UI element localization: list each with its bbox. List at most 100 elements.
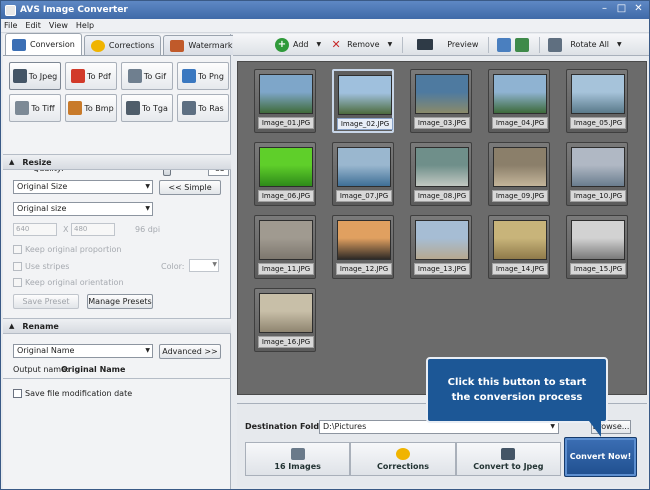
save-preset-button[interactable]: Save Preset: [13, 294, 79, 309]
image-grid: Image_01.JPG Image_02.JPG Image_03.JPG Imag…: [237, 61, 647, 395]
image-preview: [571, 220, 625, 260]
keep-proportion-label: Keep original proportion: [25, 245, 122, 254]
resize-section-header[interactable]: ▲ Resize: [3, 154, 231, 170]
image-caption: Image_11.JPG: [258, 263, 314, 275]
rotate-all-button[interactable]: Rotate All ▼: [548, 37, 622, 52]
menu-help[interactable]: Help: [76, 21, 94, 30]
simple-button[interactable]: << Simple: [159, 180, 221, 195]
chevron-down-icon: ▼: [145, 183, 150, 190]
star-icon: [395, 447, 410, 460]
image-thumbnail[interactable]: Image_03.JPG: [410, 69, 472, 133]
rename-mode-dropdown[interactable]: Original Name ▼: [13, 344, 153, 358]
tab-conversion[interactable]: Conversion: [5, 33, 82, 55]
title-bar: AVS Image Converter – □ ✕: [1, 1, 649, 19]
image-caption: Image_13.JPG: [414, 263, 470, 275]
x-label: X: [63, 225, 69, 234]
app-window: AVS Image Converter – □ ✕ File Edit View…: [0, 0, 650, 490]
image-preview: [493, 220, 547, 260]
image-thumbnail[interactable]: Image_02.JPG: [332, 69, 394, 133]
image-caption: Image_10.JPG: [570, 190, 626, 202]
image-thumbnail[interactable]: Image_07.JPG: [332, 142, 394, 206]
width-input[interactable]: 640: [13, 223, 57, 236]
image-caption: Image_07.JPG: [336, 190, 392, 202]
image-thumbnail[interactable]: Image_16.JPG: [254, 288, 316, 352]
chevron-down-icon: ▼: [387, 41, 393, 48]
format-pdf-button[interactable]: To Pdf: [65, 62, 117, 90]
image-thumbnail[interactable]: Image_14.JPG: [488, 215, 550, 279]
step-images[interactable]: 16 Images: [245, 442, 351, 476]
image-preview: [259, 147, 313, 187]
rotate-all-icon: [548, 37, 563, 52]
step-convert-to[interactable]: Convert to Jpeg: [455, 442, 561, 476]
image-preview: [337, 147, 391, 187]
image-thumbnail[interactable]: Image_11.JPG: [254, 215, 316, 279]
image-preview: [259, 220, 313, 260]
manage-presets-button[interactable]: Manage Presets: [87, 294, 153, 309]
tab-label: Watermark: [188, 41, 233, 50]
format-tiff-button[interactable]: To Tiff: [9, 94, 61, 122]
close-button[interactable]: ✕: [632, 3, 645, 16]
convert-now-button[interactable]: Convert Now!: [564, 437, 637, 477]
image-thumbnail[interactable]: Image_08.JPG: [410, 142, 472, 206]
image-thumbnail[interactable]: Image_04.JPG: [488, 69, 550, 133]
ras-icon: [182, 101, 197, 115]
tab-label: Corrections: [108, 41, 155, 50]
use-stripes-checkbox[interactable]: [13, 262, 22, 271]
format-ras-button[interactable]: To Ras: [177, 94, 229, 122]
keep-proportion-checkbox[interactable]: [13, 245, 22, 254]
rename-section-header[interactable]: ▲ Rename: [3, 318, 231, 334]
image-preview: [571, 147, 625, 187]
minimize-button[interactable]: –: [598, 3, 611, 16]
keep-orientation-label: Keep original orientation: [25, 278, 124, 287]
preview-button[interactable]: Preview: [417, 39, 478, 50]
advanced-button[interactable]: Advanced >>: [159, 344, 221, 359]
image-caption: Image_12.JPG: [336, 263, 392, 275]
toolbar-separator: [488, 36, 490, 53]
height-input[interactable]: 480: [71, 223, 115, 236]
keep-orientation-checkbox[interactable]: [13, 278, 22, 287]
menu-edit[interactable]: Edit: [25, 21, 41, 30]
color-picker[interactable]: ▼: [189, 259, 219, 272]
image-thumbnail[interactable]: Image_13.JPG: [410, 215, 472, 279]
image-thumbnail[interactable]: Image_15.JPG: [566, 215, 628, 279]
format-tga-button[interactable]: To Tga: [121, 94, 173, 122]
format-jpeg-button[interactable]: To Jpeg: [9, 62, 61, 90]
menu-file[interactable]: File: [4, 21, 17, 30]
step-corrections[interactable]: Corrections: [350, 442, 456, 476]
gif-icon: [127, 69, 142, 83]
image-caption: Image_08.JPG: [414, 190, 470, 202]
image-thumbnail[interactable]: Image_06.JPG: [254, 142, 316, 206]
save-mod-date-checkbox[interactable]: [13, 389, 22, 398]
image-thumbnail[interactable]: Image_05.JPG: [566, 69, 628, 133]
rotate-left-button[interactable]: [497, 37, 512, 52]
remove-button[interactable]: ✕ Remove ▼: [329, 38, 393, 52]
add-button[interactable]: + Add ▼: [275, 37, 321, 52]
image-thumbnail[interactable]: Image_01.JPG: [254, 69, 316, 133]
output-name-value: Original Name: [61, 365, 126, 374]
png-icon: [182, 69, 197, 83]
collapse-arrow-icon: ▲: [9, 322, 15, 330]
tiff-icon: [15, 101, 30, 115]
window-controls: – □ ✕: [598, 3, 645, 16]
rotate-right-button[interactable]: [515, 37, 530, 52]
tab-watermark[interactable]: Watermark: [163, 35, 240, 55]
format-bmp-button[interactable]: To Bmp: [65, 94, 117, 122]
resize-mode-dropdown[interactable]: Original Size ▼: [13, 180, 153, 194]
image-preview: [493, 74, 547, 114]
menu-view[interactable]: View: [49, 21, 68, 30]
menu-bar: File Edit View Help: [1, 19, 649, 33]
size-preset-dropdown[interactable]: Original size ▼: [13, 202, 153, 216]
plus-icon: +: [275, 37, 289, 52]
tab-corrections[interactable]: Corrections: [83, 35, 162, 55]
image-thumbnail[interactable]: Image_10.JPG: [566, 142, 628, 206]
color-label: Color:: [161, 262, 185, 271]
image-thumbnail[interactable]: Image_09.JPG: [488, 142, 550, 206]
image-preview: [337, 220, 391, 260]
format-png-button[interactable]: To Png: [177, 62, 229, 90]
image-thumbnail[interactable]: Image_12.JPG: [332, 215, 394, 279]
window-title: AVS Image Converter: [20, 5, 128, 15]
divider: [3, 378, 231, 379]
maximize-button[interactable]: □: [615, 3, 628, 16]
rotate-right-icon: [515, 37, 530, 52]
format-gif-button[interactable]: To Gif: [121, 62, 173, 90]
